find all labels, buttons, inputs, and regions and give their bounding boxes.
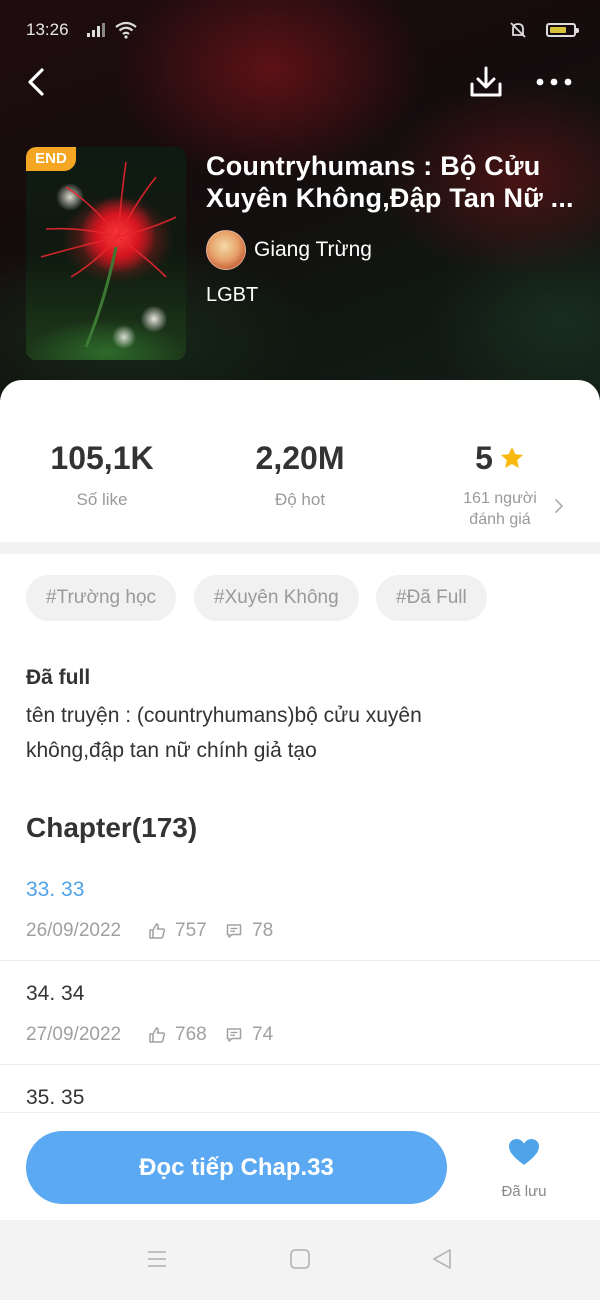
status-time: 13:26 bbox=[26, 20, 69, 39]
hot-value: 2,20M bbox=[255, 440, 345, 476]
stat-likes: 105,1K Số like bbox=[2, 440, 202, 510]
author-avatar[interactable] bbox=[206, 230, 246, 270]
heart-icon bbox=[509, 1139, 539, 1165]
book-title-line-2: Xuyên Không,Đập Tan Nữ ... bbox=[206, 183, 574, 213]
chapter-like-count: 768 bbox=[175, 1024, 207, 1045]
rating-count-line-2: đánh giá bbox=[469, 511, 531, 528]
chapter-date: 27/09/2022 bbox=[26, 1024, 122, 1045]
description-title: Đã full bbox=[26, 666, 91, 689]
nav-menu-icon[interactable] bbox=[146, 1248, 168, 1270]
chapter-title: 35. 35 bbox=[26, 1086, 85, 1109]
chapter-heading[interactable]: Chapter(173) bbox=[26, 812, 197, 844]
hero-header: 13:26 END Countryhumans: Bộ Cửu Xuyên K… bbox=[0, 0, 600, 400]
status-bar: 13:26 bbox=[26, 18, 579, 44]
section-divider bbox=[0, 542, 600, 554]
rating-count-line-1: 161 người bbox=[463, 490, 537, 507]
chapter-like-count: 757 bbox=[175, 920, 207, 941]
chapter-title: 33. 33 bbox=[26, 878, 85, 901]
mute-icon bbox=[510, 22, 526, 38]
wifi-icon bbox=[115, 21, 137, 39]
stats-row: 105,1K Số like 2,20M Độ hot 5 161 người … bbox=[0, 380, 600, 542]
chapter-date: 26/09/2022 bbox=[26, 920, 122, 941]
saved-button[interactable]: Đã lưu bbox=[480, 1137, 568, 1207]
signal-icon bbox=[87, 23, 105, 37]
saved-label: Đã lưu bbox=[501, 1183, 547, 1200]
tag-chip[interactable]: #Trường học bbox=[26, 575, 177, 621]
chapter-list-item[interactable]: 33. 33 26/09/2022 757 78 bbox=[0, 858, 600, 961]
content-sheet: 105,1K Số like 2,20M Độ hot 5 161 người … bbox=[0, 380, 600, 1120]
rating-value-row: 5 bbox=[400, 440, 600, 476]
chevron-right-icon[interactable] bbox=[552, 498, 566, 514]
rating-value: 5 bbox=[475, 440, 493, 476]
tag-chip[interactable]: #Xuyên Không bbox=[194, 575, 359, 621]
nav-back-icon[interactable] bbox=[431, 1247, 453, 1271]
comment-icon bbox=[226, 1028, 242, 1042]
rating-count: 161 người đánh giá bbox=[400, 488, 600, 530]
stat-rating[interactable]: 5 161 người đánh giá bbox=[400, 440, 600, 530]
system-navigation-bar bbox=[0, 1220, 600, 1300]
end-badge: END bbox=[26, 147, 76, 171]
back-arrow-icon[interactable] bbox=[22, 62, 58, 102]
description-text: tên truyện : (countryhumans)bộ cửu xuyên… bbox=[26, 704, 422, 762]
likes-value: 105,1K bbox=[50, 440, 154, 476]
battery-icon bbox=[546, 23, 579, 37]
cover-flower-illustration bbox=[40, 161, 177, 348]
hot-label: Độ hot bbox=[274, 490, 326, 509]
continue-reading-button[interactable]: Đọc tiếp Chap.33 bbox=[26, 1131, 447, 1204]
author-name[interactable]: Giang Trừng bbox=[254, 238, 372, 262]
book-title: Countryhumans : Bộ Cửu Xuyên Không,Đập T… bbox=[206, 150, 586, 214]
book-cover: END bbox=[26, 147, 186, 360]
thumb-up-icon bbox=[149, 1027, 166, 1043]
more-icon[interactable] bbox=[532, 62, 576, 102]
star-icon bbox=[500, 446, 523, 468]
comment-icon bbox=[226, 924, 242, 938]
book-title-line-1: Countryhumans : Bộ Cửu bbox=[206, 151, 541, 181]
stat-hot: 2,20M Độ hot bbox=[200, 440, 400, 510]
nav-home-icon[interactable] bbox=[289, 1248, 311, 1270]
thumb-up-icon bbox=[149, 923, 166, 939]
chapter-title: 34. 34 bbox=[26, 982, 85, 1005]
tag-chip[interactable]: #Đã Full bbox=[376, 575, 487, 621]
likes-label: Số like bbox=[76, 490, 128, 509]
chapter-comment-count: 74 bbox=[252, 1024, 274, 1045]
chapter-list-item[interactable]: 34. 34 27/09/2022 768 74 bbox=[0, 962, 600, 1065]
bottom-action-bar: Đọc tiếp Chap.33 Đã lưu bbox=[0, 1112, 600, 1220]
genre-label[interactable]: LGBT bbox=[206, 284, 258, 307]
chapter-comment-count: 78 bbox=[252, 920, 274, 941]
download-icon[interactable] bbox=[466, 62, 506, 102]
